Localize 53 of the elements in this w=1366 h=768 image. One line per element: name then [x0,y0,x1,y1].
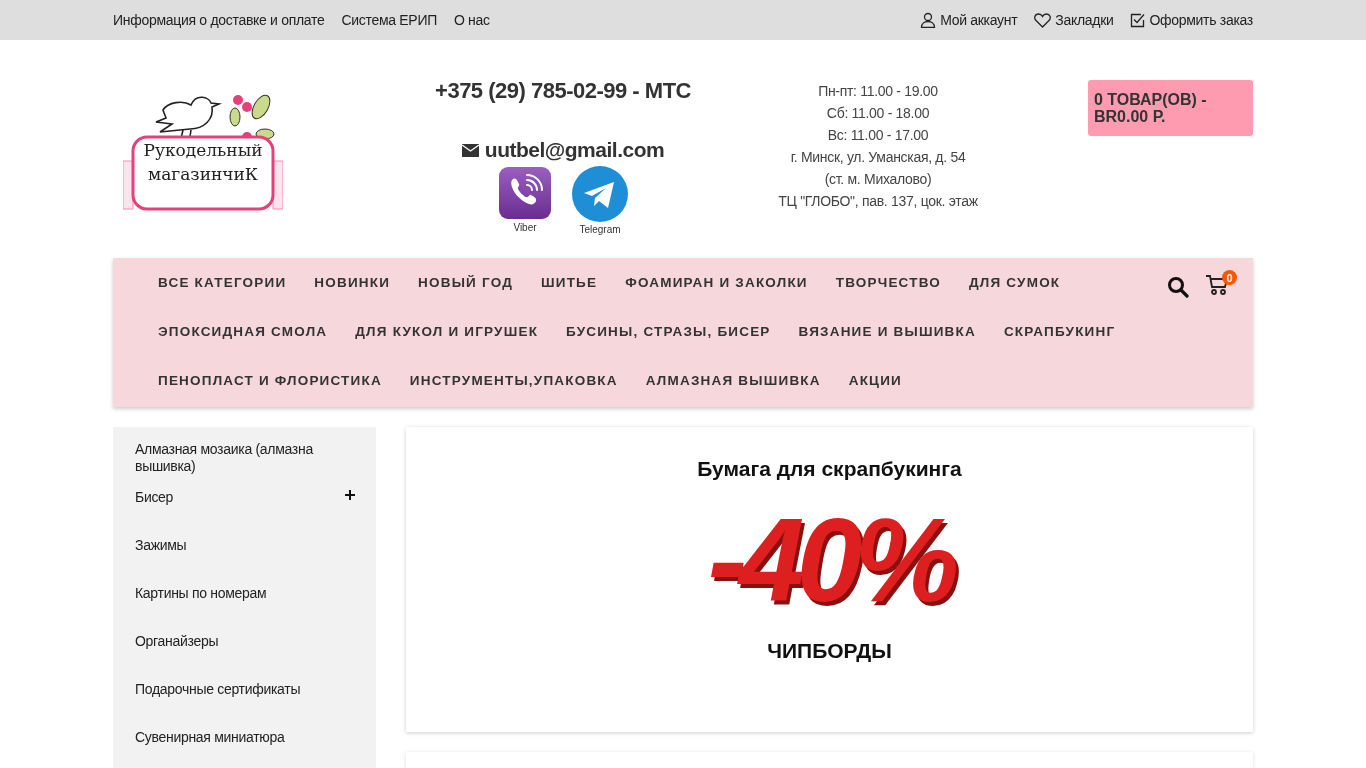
menu-item[interactable]: НОВИНКИ [314,258,391,307]
paper-plane-app-icon [572,166,628,222]
hours-line: Пн-пт: 11.00 - 19.00 [817,82,939,101]
menu-item[interactable]: ВЯЗАНИЕ И ВЫШИВКА [798,307,976,356]
menu-item[interactable]: ИНСТРУМЕНТЫ,УПАКОВКА [409,356,618,405]
heart-icon [1034,12,1052,28]
menu-item[interactable]: ШИТЬЕ [541,258,598,307]
menu-item[interactable]: ВСЕ КАТЕГОРИИ [158,258,287,307]
category-link[interactable]: Картины по номерам [135,585,333,602]
menu-item[interactable]: ПЕНОПЛАСТ И ФЛОРИСТИКА [158,356,382,405]
menu-item[interactable]: АКЦИИ [848,356,902,405]
email-link[interactable]: uutbel@gmail.com [461,138,665,162]
user-icon [920,12,937,28]
menu-item[interactable]: БУСИНЫ, СТРАЗЫ, БИСЕР [566,307,771,356]
account-link[interactable]: Закладки [1034,12,1114,28]
menu-item[interactable]: НОВЫЙ ГОД [418,258,513,307]
category-link[interactable]: Подарочные сертификаты [135,681,333,698]
banner-caption: ЧИПБОРДЫ [767,639,892,663]
banner-title: Бумага для скрапбукинга [697,457,962,481]
cart-button[interactable]: 0 ТОВАР(ОВ) - BR0.00 Р. [1088,80,1253,136]
logo-text: Рукодельный магазинчиК [142,139,264,186]
hours-line: (ст. м. Михалово) [823,170,933,189]
top-link[interactable]: О нас [453,12,490,28]
menu-item[interactable]: ДЛЯ КУКОЛ И ИГРУШЕК [355,307,539,356]
category-link[interactable]: Бисер [135,489,333,506]
search-icon[interactable] [1167,276,1189,298]
category-link[interactable]: Алмазная мозаика (алмазна вышивка) [135,441,333,475]
hours-line: ТЦ "ГЛОБО", пав. 137, цок. этаж [777,192,979,211]
hours-line: г. Минск, ул. Уманская, д. 54 [789,148,967,167]
checkbox-icon [1130,12,1146,28]
menu-item[interactable]: СКРАПБУКИНГ [1003,307,1116,356]
account-link[interactable]: Мой аккаунт [920,12,1018,28]
menu-item[interactable]: ДЛЯ СУМОК [969,258,1061,307]
category-link[interactable]: Органайзеры [135,633,333,650]
menu-item[interactable]: ФОАМИРАН И ЗАКОЛКИ [625,258,808,307]
envelope-icon [461,143,479,157]
hours-line: Вс: 11.00 - 17.00 [826,126,930,145]
top-link[interactable]: Информация о доставке и оплате [113,12,325,28]
cart-icon[interactable] [1205,274,1229,296]
top-link[interactable]: Система ЕРИП [341,12,437,28]
messenger-link[interactable]: Viber [498,166,552,235]
menu-item[interactable]: ТВОРЧЕСТВО [835,258,941,307]
category-link[interactable]: Зажимы [135,537,333,554]
account-link[interactable]: Оформить заказ [1130,12,1253,28]
menu-item[interactable]: ЭПОКСИДНАЯ СМОЛА [158,307,328,356]
menu-item[interactable]: АЛМАЗНАЯ ВЫШИВКА [645,356,821,405]
cart-count-badge: 0 [1222,270,1237,285]
plus-icon[interactable] [344,489,356,501]
messenger-link[interactable]: Telegram [572,166,628,235]
phone-app-icon [498,166,552,220]
category-link[interactable]: Сувенирная миниатюра [135,729,333,746]
phone-number: +375 (29) 785-02-99 - МТС [435,78,691,104]
hours-line: Сб: 11.00 - 18.00 [825,104,931,123]
